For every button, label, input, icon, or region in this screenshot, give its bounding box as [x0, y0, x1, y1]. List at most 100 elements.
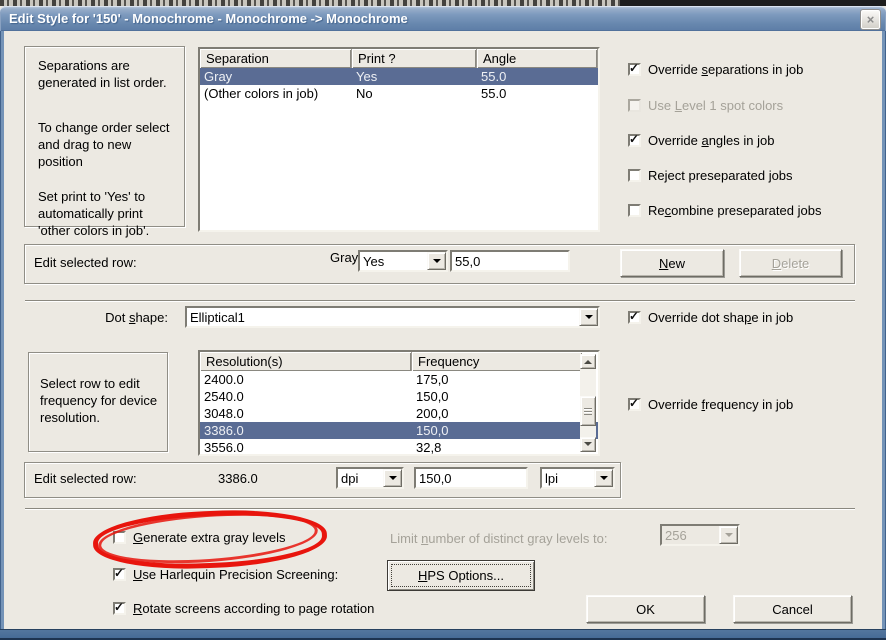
dropdown-arrow-icon[interactable] [594, 469, 613, 487]
selected-resolution-value: 3386.0 [218, 471, 258, 486]
checkbox-label: Use Harlequin Precision Screening: [133, 567, 339, 582]
lpi-dropdown-value[interactable]: lpi [542, 469, 594, 487]
checkbox-override-separations[interactable]: Override separations in job [628, 61, 804, 77]
edit-resolution-label: Edit selected row: [34, 471, 137, 486]
resolution-table-header: Resolution(s) Frequency [200, 352, 598, 371]
dropdown-arrow-icon[interactable] [383, 469, 402, 487]
cell-frequency[interactable]: 32,8 [412, 439, 582, 456]
dialog-title: Edit Style for '150' - Monochrome - Mono… [9, 11, 408, 26]
checkbox-box [628, 99, 641, 112]
table-row-gray[interactable]: Gray Yes 55.0 [200, 68, 598, 85]
dropdown-arrow-icon [719, 526, 738, 544]
cell-frequency[interactable]: 200,0 [412, 405, 582, 422]
checkbox-box[interactable] [113, 566, 126, 581]
dpi-dropdown-value[interactable]: dpi [338, 469, 383, 487]
checkbox-reject-preseparated[interactable]: Reject preseparated jobs [628, 168, 793, 183]
checkbox-box[interactable] [628, 169, 641, 182]
checkbox-label: Override angles in job [648, 133, 775, 148]
checkbox-label: Use Level 1 spot colors [648, 98, 784, 113]
checkbox-label: Reject preseparated jobs [648, 168, 793, 183]
instruction-paragraph-3: Set print to 'Yes' to automatically prin… [38, 189, 150, 238]
separations-table[interactable]: Separation Print ? Angle Gray Yes 55.0 (… [198, 47, 600, 232]
angle-input[interactable] [450, 250, 570, 272]
scroll-down-icon[interactable] [580, 437, 596, 452]
close-button[interactable]: × [860, 9, 881, 30]
cell-angle[interactable]: 55.0 [477, 85, 598, 102]
checkbox-label: Recombine preseparated jobs [648, 203, 822, 218]
resolution-row[interactable]: 2400.0 175,0 [200, 371, 598, 388]
dpi-unit-dropdown[interactable]: dpi [336, 467, 404, 489]
dot-shape-dropdown[interactable]: Elliptical1 [185, 306, 600, 328]
hps-options-button[interactable]: HPS Options... [387, 560, 535, 591]
checkbox-recombine-preseparated[interactable]: Recombine preseparated jobs [628, 203, 821, 218]
checkbox-use-hps[interactable]: Use Harlequin Precision Screening: [113, 566, 339, 582]
instruction-paragraph-1: Separations are generated in list order. [38, 58, 167, 90]
column-header-frequency[interactable]: Frequency [412, 352, 582, 371]
resolution-table[interactable]: Resolution(s) Frequency 2400.0 175,0 254… [198, 350, 600, 456]
resolution-row-selected[interactable]: 3386.0 150,0 [200, 422, 598, 439]
cell-frequency[interactable]: 150,0 [412, 422, 582, 439]
window-border-right [882, 31, 886, 629]
separations-table-header: Separation Print ? Angle [200, 49, 598, 68]
frequency-hint-text: Select row to edit frequency for device … [40, 376, 158, 425]
print-dropdown-value[interactable]: Yes [360, 252, 427, 270]
resolution-row[interactable]: 3556.0 32,8 [200, 439, 598, 456]
checkbox-label: Override separations in job [648, 62, 804, 77]
column-header-separation[interactable]: Separation [200, 49, 352, 68]
section-separator [25, 300, 855, 302]
cell-angle[interactable]: 55.0 [477, 68, 598, 85]
checkbox-use-level1-spot-colors: Use Level 1 spot colors [628, 98, 783, 113]
column-header-print[interactable]: Print ? [352, 49, 477, 68]
cell-frequency[interactable]: 150,0 [412, 388, 582, 405]
checkbox-box[interactable] [628, 61, 641, 76]
cell-resolution[interactable]: 3048.0 [200, 405, 412, 422]
cell-resolution[interactable]: 3386.0 [200, 422, 412, 439]
selected-separation-name: Gray [330, 250, 359, 265]
print-dropdown[interactable]: Yes [358, 250, 448, 272]
checkbox-box[interactable] [113, 600, 126, 615]
edit-separation-label: Edit selected row: [34, 255, 137, 270]
dot-shape-dropdown-value[interactable]: Elliptical1 [187, 308, 579, 326]
checkbox-box[interactable] [628, 132, 641, 147]
column-header-angle[interactable]: Angle [477, 49, 598, 68]
checkbox-override-dot-shape[interactable]: Override dot shape in job [628, 309, 793, 325]
resolution-row[interactable]: 2540.0 150,0 [200, 388, 598, 405]
new-button[interactable]: New [620, 249, 724, 277]
checkbox-box[interactable] [628, 309, 641, 324]
ok-button[interactable]: OK [586, 595, 705, 623]
titlebar[interactable]: Edit Style for '150' - Monochrome - Mono… [0, 6, 886, 31]
separations-instructions-box: Separations are generated in list order.… [24, 46, 185, 238]
cell-separation[interactable]: (Other colors in job) [200, 85, 352, 102]
hps-options-button-label: HPS Options... [418, 568, 504, 583]
checkbox-box[interactable] [628, 204, 641, 217]
cell-resolution[interactable]: 2400.0 [200, 371, 412, 388]
cell-frequency[interactable]: 175,0 [412, 371, 582, 388]
frequency-hint-box: Select row to edit frequency for device … [28, 352, 168, 452]
dropdown-arrow-icon[interactable] [427, 252, 446, 270]
screen: Edit Style for '150' - Monochrome - Mono… [0, 0, 886, 640]
cell-print[interactable]: Yes [352, 68, 477, 85]
cell-resolution[interactable]: 2540.0 [200, 388, 412, 405]
frequency-input[interactable] [414, 467, 528, 489]
checkbox-box[interactable] [628, 396, 641, 411]
checkbox-override-angles[interactable]: Override angles in job [628, 132, 775, 148]
new-button-label: New [658, 255, 685, 271]
checkbox-box[interactable] [113, 531, 126, 544]
checkbox-override-frequency[interactable]: Override frequency in job [628, 396, 793, 412]
cell-print[interactable]: No [352, 85, 477, 102]
dropdown-arrow-icon[interactable] [579, 308, 598, 326]
vertical-scrollbar[interactable] [580, 354, 596, 452]
cancel-button[interactable]: Cancel [733, 595, 852, 623]
checkbox-generate-extra-gray-levels[interactable]: Generate extra gray levels [113, 530, 285, 545]
column-header-resolution[interactable]: Resolution(s) [200, 352, 412, 371]
cell-resolution[interactable]: 3556.0 [200, 439, 412, 456]
cell-separation[interactable]: Gray [200, 68, 352, 85]
resolution-row[interactable]: 3048.0 200,0 [200, 405, 598, 422]
checkbox-rotate-screens[interactable]: Rotate screens according to page rotatio… [113, 600, 374, 616]
scrollbar-thumb[interactable] [580, 396, 596, 426]
gray-levels-limit-value: 256 [662, 526, 719, 544]
table-row-other-colors[interactable]: (Other colors in job) No 55.0 [200, 85, 598, 102]
lpi-unit-dropdown[interactable]: lpi [540, 467, 615, 489]
window-border-left [0, 31, 4, 629]
scroll-up-icon[interactable] [580, 354, 596, 369]
